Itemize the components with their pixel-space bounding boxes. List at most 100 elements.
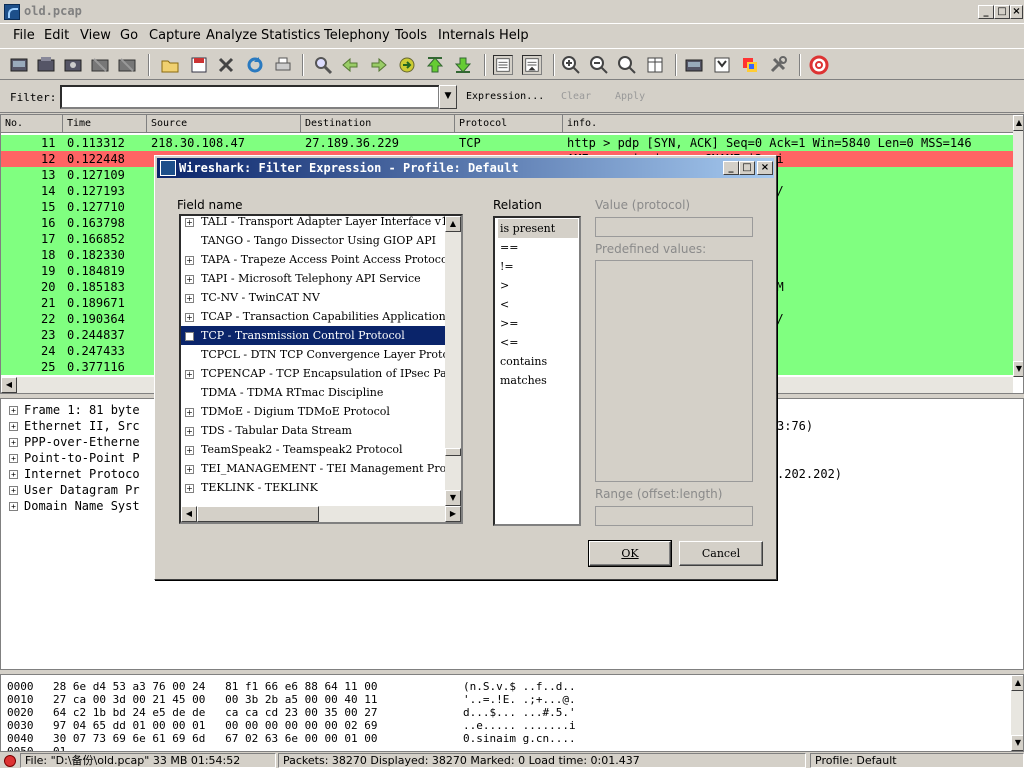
scroll-up-button[interactable]: ▲ xyxy=(1013,115,1023,131)
expand-icon[interactable]: + xyxy=(185,312,194,322)
field-tree-item[interactable]: + TALI - Transport Adapter Layer Interfac… xyxy=(181,216,461,231)
stop-capture-icon[interactable] xyxy=(90,55,110,75)
zoom-in-icon[interactable] xyxy=(561,55,581,75)
detail-tree-item[interactable]: + Domain Name Syst xyxy=(9,498,140,514)
field-name-tree[interactable]: + TALI - Transport Adapter Layer Interfac… xyxy=(179,214,463,524)
reload-icon[interactable] xyxy=(245,55,265,75)
menu-tools[interactable]: Tools xyxy=(395,28,427,43)
column-info[interactable]: info. xyxy=(563,115,1023,133)
menu-statistics[interactable]: Statistics xyxy=(261,28,320,43)
field-tree-item[interactable]: TDMA - TDMA RTmac Discipline xyxy=(181,383,461,402)
value-input[interactable] xyxy=(595,217,753,237)
field-tree-item[interactable]: + TAPI - Microsoft Telephony API Service xyxy=(181,269,461,288)
field-tree-item[interactable]: + TCP - Transmission Control Protocol xyxy=(181,326,461,345)
field-tree-vscrollbar[interactable]: ▲ ▼ xyxy=(445,216,461,506)
detail-tree-item[interactable]: + Ethernet II, Src xyxy=(9,418,140,434)
field-tree-item[interactable]: + TCAP - Transaction Capabilities Applica… xyxy=(181,307,461,326)
detail-tree-item[interactable]: + User Datagram Pr xyxy=(9,482,140,498)
column-no[interactable]: No. xyxy=(1,115,63,133)
field-tree-hscrollbar[interactable]: ◀ ▶ xyxy=(181,506,461,522)
column-protocol[interactable]: Protocol xyxy=(455,115,563,133)
help-icon[interactable] xyxy=(809,55,829,75)
preferences-icon[interactable] xyxy=(768,55,788,75)
packet-list-vscrollbar[interactable]: ▲ ▼ xyxy=(1013,115,1023,377)
range-input[interactable] xyxy=(595,506,753,526)
close-window-button[interactable]: × xyxy=(1010,5,1023,19)
menu-analyze[interactable]: Analyze xyxy=(206,28,257,43)
relation-item[interactable]: <= xyxy=(498,333,578,352)
packet-bytes[interactable]: 0000 28 6e d4 53 a3 76 00 24 81 f1 66 e6 … xyxy=(0,674,1024,752)
clear-button[interactable]: Clear xyxy=(561,91,591,102)
first-icon[interactable] xyxy=(425,55,445,75)
expand-icon[interactable]: + xyxy=(9,502,18,511)
dialog-minimize-button[interactable]: _ xyxy=(723,161,739,175)
goto-icon[interactable] xyxy=(397,55,417,75)
expand-icon[interactable]: + xyxy=(185,464,194,474)
menu-edit[interactable]: Edit xyxy=(44,28,69,43)
cancel-button[interactable]: Cancel xyxy=(679,541,763,566)
expand-icon[interactable]: + xyxy=(185,407,194,417)
capture-options-icon[interactable] xyxy=(36,55,56,75)
zoom-out-icon[interactable] xyxy=(589,55,609,75)
filter-history-dropdown[interactable]: ▼ xyxy=(439,85,457,109)
predefined-values-list[interactable] xyxy=(595,260,753,482)
back-icon[interactable] xyxy=(340,55,360,75)
apply-button[interactable]: Apply xyxy=(615,91,645,102)
field-tree-item[interactable]: + TDS - Tabular Data Stream xyxy=(181,421,461,440)
packet-row[interactable]: 11 0.113312 218.30.108.47 27.189.36.229 TCP h… xyxy=(1,135,1013,151)
interfaces-icon[interactable] xyxy=(9,55,29,75)
display-filter-input[interactable] xyxy=(60,85,440,109)
relation-item[interactable]: < xyxy=(498,295,578,314)
column-source[interactable]: Source xyxy=(147,115,301,133)
start-capture-icon[interactable] xyxy=(63,55,83,75)
expand-icon[interactable]: + xyxy=(185,217,194,227)
relation-item[interactable]: == xyxy=(498,238,578,257)
capture-filters-icon[interactable] xyxy=(684,55,704,75)
ok-button[interactable]: OK xyxy=(588,540,672,567)
expert-info-icon[interactable] xyxy=(4,755,16,767)
print-icon[interactable] xyxy=(273,55,293,75)
detail-tree-item[interactable]: + PPP-over-Etherne xyxy=(9,434,140,450)
close-icon[interactable] xyxy=(216,55,236,75)
save-icon[interactable] xyxy=(189,55,209,75)
coloring-rules-icon[interactable] xyxy=(740,55,760,75)
relation-item[interactable]: >= xyxy=(498,314,578,333)
autoscroll-icon[interactable] xyxy=(522,55,542,75)
column-destination[interactable]: Destination xyxy=(301,115,455,133)
field-tree-item[interactable]: + TCPENCAP - TCP Encapsulation of IPsec P… xyxy=(181,364,461,383)
scroll-up-button[interactable]: ▲ xyxy=(445,216,461,232)
detail-tree-item[interactable]: + Frame 1: 81 byte xyxy=(9,402,140,418)
expand-icon[interactable]: + xyxy=(185,293,194,303)
scroll-thumb[interactable] xyxy=(197,506,319,522)
menu-file[interactable]: File xyxy=(13,28,35,43)
expand-icon[interactable]: + xyxy=(185,483,194,493)
field-tree-item[interactable]: TANGO - Tango Dissector Using GIOP API xyxy=(181,231,461,250)
forward-icon[interactable] xyxy=(369,55,389,75)
menu-internals[interactable]: Internals xyxy=(438,28,495,43)
relation-item[interactable]: != xyxy=(498,257,578,276)
relation-item[interactable]: is present xyxy=(498,219,578,238)
scroll-left-button[interactable]: ◀ xyxy=(181,506,197,522)
expand-icon[interactable]: + xyxy=(9,438,18,447)
menu-capture[interactable]: Capture xyxy=(149,28,201,43)
field-tree-item[interactable]: + TC-NV - TwinCAT NV xyxy=(181,288,461,307)
menu-go[interactable]: Go xyxy=(120,28,138,43)
detail-tree-item[interactable]: + Internet Protoco xyxy=(9,466,140,482)
bytes-vscrollbar[interactable]: ▲ ▼ xyxy=(1011,675,1023,751)
scroll-down-button[interactable]: ▼ xyxy=(445,490,461,506)
open-capture-icon[interactable] xyxy=(160,55,180,75)
expand-icon[interactable]: + xyxy=(185,274,194,284)
last-icon[interactable] xyxy=(453,55,473,75)
dialog-maximize-button[interactable]: □ xyxy=(739,161,755,175)
restart-capture-icon[interactable] xyxy=(117,55,137,75)
expand-icon[interactable]: + xyxy=(185,255,194,265)
scroll-thumb[interactable] xyxy=(445,448,461,456)
scroll-down-button[interactable]: ▼ xyxy=(1013,361,1023,377)
field-tree-item[interactable]: + TEKLINK - TEKLINK xyxy=(181,478,461,497)
maximize-button[interactable]: □ xyxy=(994,5,1010,19)
relation-list[interactable]: is present == != > < >= <= contains matches xyxy=(493,216,581,526)
scroll-right-button[interactable]: ▶ xyxy=(445,506,461,522)
expression-button[interactable]: Expression... xyxy=(466,91,544,102)
relation-item[interactable]: > xyxy=(498,276,578,295)
field-tree-item[interactable]: + TeamSpeak2 - Teamspeak2 Protocol xyxy=(181,440,461,459)
